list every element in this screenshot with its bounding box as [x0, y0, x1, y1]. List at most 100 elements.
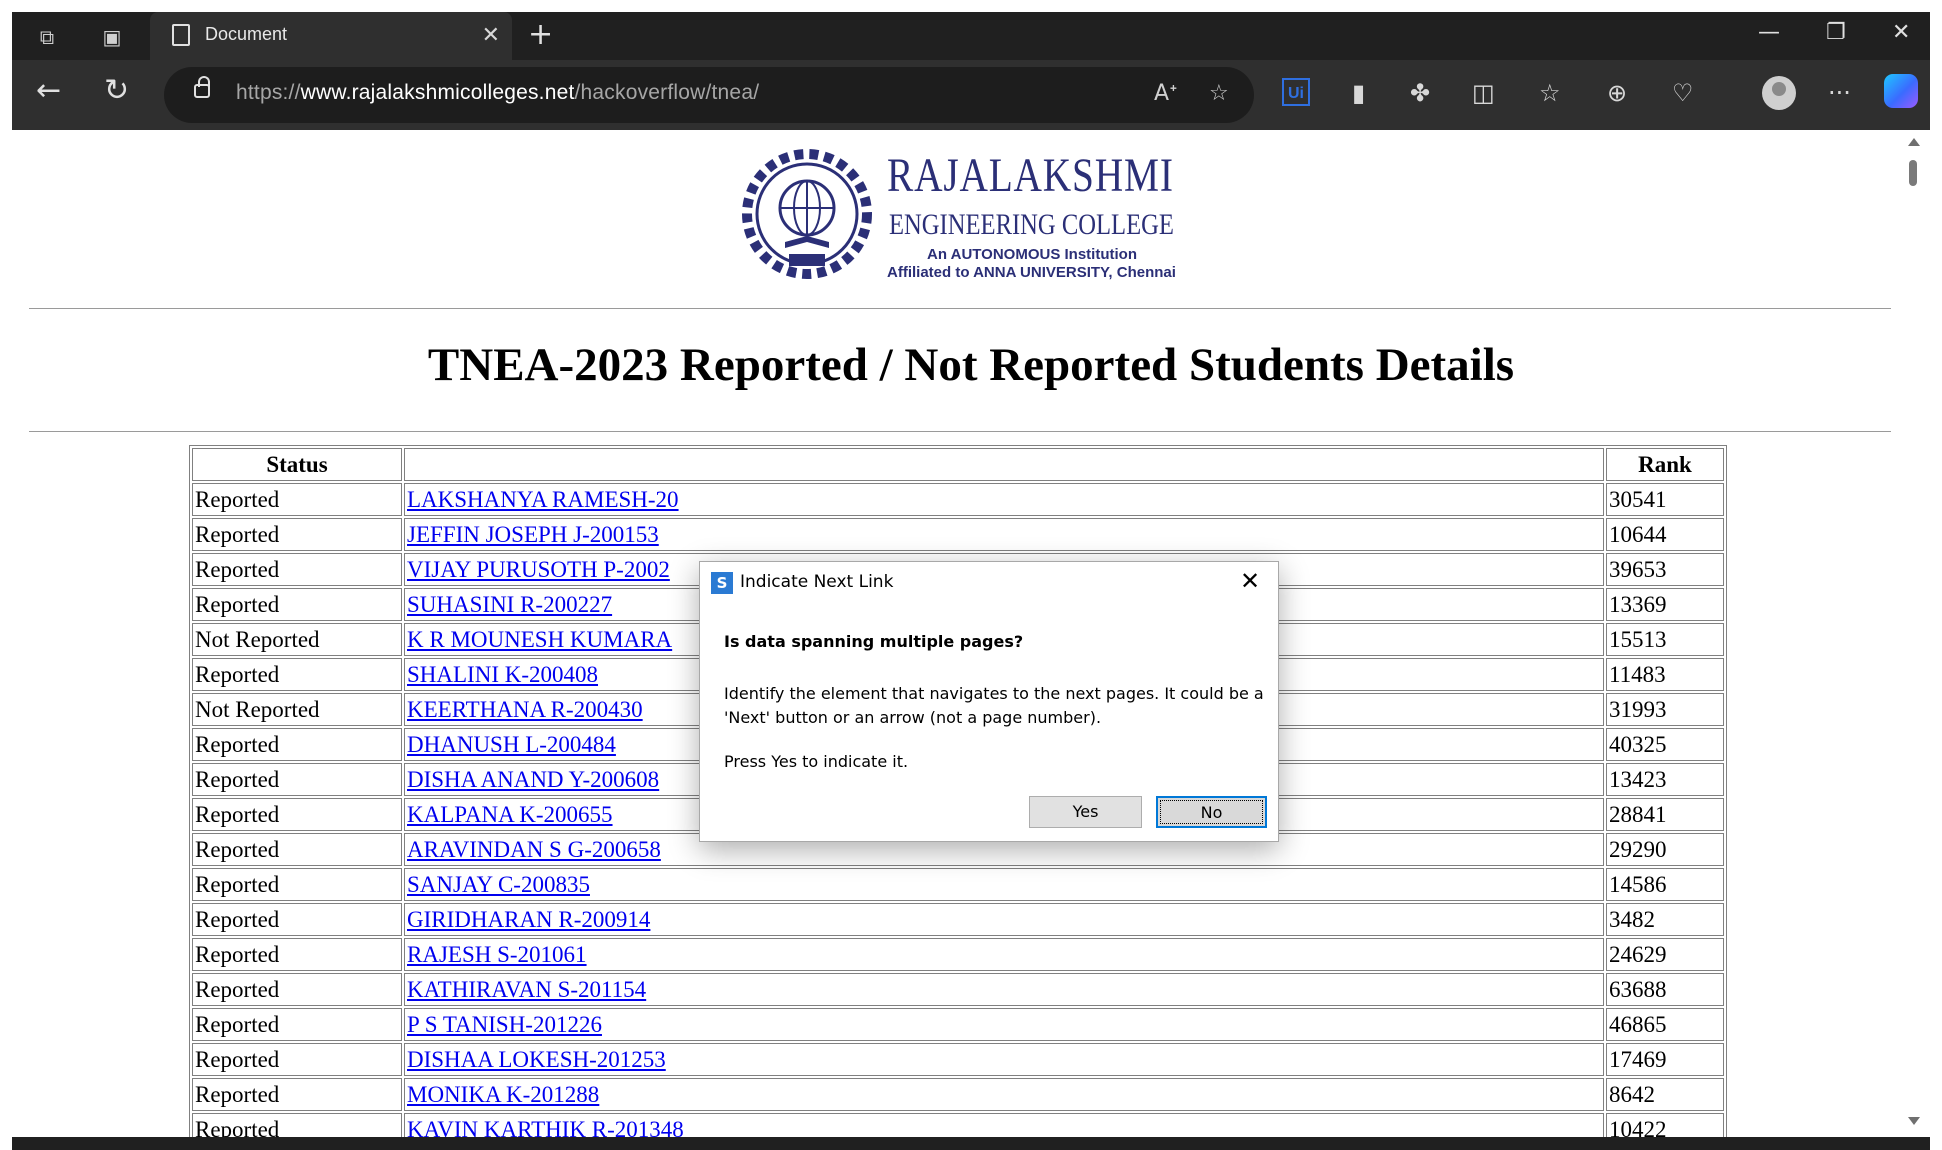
- minimize-button[interactable]: —: [1758, 20, 1780, 45]
- rank-cell: 29290: [1606, 833, 1724, 866]
- rank-cell: 13423: [1606, 763, 1724, 796]
- status-cell: Not Reported: [192, 623, 402, 656]
- rank-cell: 30541: [1606, 483, 1724, 516]
- name-cell: GIRIDHARAN R-200914: [404, 903, 1604, 936]
- status-cell: Reported: [192, 1113, 402, 1137]
- student-link[interactable]: JEFFIN JOSEPH J-200153: [407, 522, 659, 547]
- rank-cell: 10422: [1606, 1113, 1724, 1137]
- status-cell: Reported: [192, 1078, 402, 1111]
- profile-avatar[interactable]: [1762, 76, 1796, 110]
- split-screen-icon[interactable]: ◫: [1472, 78, 1495, 108]
- student-link[interactable]: GIRIDHARAN R-200914: [407, 907, 650, 932]
- rank-cell: 40325: [1606, 728, 1724, 761]
- scroll-up-arrow-icon[interactable]: [1908, 138, 1920, 146]
- browser-essentials-icon[interactable]: ♡: [1672, 78, 1694, 108]
- rank-cell: 28841: [1606, 798, 1724, 831]
- extension-pill-icon[interactable]: ▮: [1352, 78, 1365, 108]
- student-link[interactable]: P S TANISH-201226: [407, 1012, 602, 1037]
- dialog-instruction: Press Yes to indicate it.: [724, 752, 909, 771]
- status-cell: Reported: [192, 1043, 402, 1076]
- dialog-title: Indicate Next Link: [740, 572, 894, 592]
- table-row: Reported KATHIRAVAN S-201154 63688: [192, 973, 1724, 1006]
- address-bar[interactable]: https://www.rajalakshmicolleges.net/hack…: [164, 67, 1254, 123]
- refresh-icon[interactable]: ↻: [104, 76, 129, 106]
- name-cell: KATHIRAVAN S-201154: [404, 973, 1604, 1006]
- favorites-icon[interactable]: ☆: [1539, 78, 1561, 108]
- student-link[interactable]: SANJAY C-200835: [407, 872, 590, 897]
- table-row: Reported KAVIN KARTHIK R-201348 10422: [192, 1113, 1724, 1137]
- maximize-button[interactable]: ❐: [1826, 20, 1846, 45]
- vertical-scrollbar[interactable]: [1904, 130, 1922, 1135]
- rank-cell: 11483: [1606, 658, 1724, 691]
- workspaces-icon[interactable]: ⧉: [32, 22, 62, 52]
- close-window-button[interactable]: ✕: [1892, 20, 1910, 45]
- indicate-next-link-dialog: S Indicate Next Link ✕ Is data spanning …: [699, 561, 1279, 842]
- student-link[interactable]: DISHAA LOKESH-201253: [407, 1047, 666, 1072]
- status-cell: Reported: [192, 973, 402, 1006]
- student-link[interactable]: K R MOUNESH KUMARA: [407, 627, 672, 652]
- table-row: Reported SANJAY C-200835 14586: [192, 868, 1724, 901]
- name-cell: P S TANISH-201226: [404, 1008, 1604, 1041]
- favorite-star-icon[interactable]: ☆: [1209, 81, 1229, 106]
- student-link[interactable]: VIJAY PURUSOTH P-2002: [407, 557, 670, 582]
- status-cell: Reported: [192, 763, 402, 796]
- bottom-frame: [12, 1137, 1930, 1150]
- student-link[interactable]: DISHA ANAND Y-200608: [407, 767, 659, 792]
- student-link[interactable]: RAJESH S-201061: [407, 942, 587, 967]
- student-link[interactable]: KAVIN KARTHIK R-201348: [407, 1117, 684, 1138]
- copilot-icon[interactable]: [1884, 74, 1918, 108]
- status-cell: Reported: [192, 903, 402, 936]
- name-cell: MONIKA K-201288: [404, 1078, 1604, 1111]
- collections-icon[interactable]: ⊕: [1607, 78, 1627, 108]
- rank-cell: 3482: [1606, 903, 1724, 936]
- student-link[interactable]: KALPANA K-200655: [407, 802, 613, 827]
- rank-cell: 14586: [1606, 868, 1724, 901]
- no-button[interactable]: No: [1156, 796, 1267, 828]
- status-cell: Reported: [192, 1008, 402, 1041]
- student-link[interactable]: KATHIRAVAN S-201154: [407, 977, 646, 1002]
- name-cell: SANJAY C-200835: [404, 868, 1604, 901]
- rank-cell: 10644: [1606, 518, 1724, 551]
- document-icon: [172, 24, 190, 46]
- student-link[interactable]: KEERTHANA R-200430: [407, 697, 643, 722]
- extensions-puzzle-icon[interactable]: ✤: [1410, 78, 1430, 108]
- rank-cell: 15513: [1606, 623, 1724, 656]
- url-text[interactable]: https://www.rajalakshmicolleges.net/hack…: [236, 81, 759, 105]
- status-cell: Reported: [192, 798, 402, 831]
- name-cell: DISHAA LOKESH-201253: [404, 1043, 1604, 1076]
- student-link[interactable]: DHANUSH L-200484: [407, 732, 616, 757]
- scroll-down-arrow-icon[interactable]: [1908, 1117, 1920, 1125]
- table-row: Reported RAJESH S-201061 24629: [192, 938, 1724, 971]
- more-options-icon[interactable]: ···: [1828, 78, 1851, 108]
- new-tab-button[interactable]: +: [528, 20, 553, 50]
- dialog-description: Identify the element that navigates to t…: [724, 684, 1264, 727]
- uipath-studio-icon: S: [711, 572, 733, 594]
- lock-icon[interactable]: [194, 76, 210, 98]
- tab-close-icon[interactable]: ✕: [482, 23, 500, 48]
- student-link[interactable]: LAKSHANYA RAMESH-20: [407, 487, 679, 512]
- status-cell: Reported: [192, 588, 402, 621]
- read-aloud-icon[interactable]: Aᐩ: [1154, 81, 1178, 106]
- vertical-tabs-icon[interactable]: ▣: [97, 22, 127, 52]
- table-row: Reported MONIKA K-201288 8642: [192, 1078, 1724, 1111]
- student-link[interactable]: SUHASINI R-200227: [407, 592, 612, 617]
- yes-button[interactable]: Yes: [1029, 796, 1142, 828]
- logo-affiliation: Affiliated to ANNA UNIVERSITY, Chennai: [887, 264, 1176, 281]
- table-row: Reported P S TANISH-201226 46865: [192, 1008, 1724, 1041]
- logo-autonomous: An AUTONOMOUS Institution: [927, 246, 1137, 263]
- student-link[interactable]: SHALINI K-200408: [407, 662, 598, 687]
- status-cell: Reported: [192, 728, 402, 761]
- dialog-close-button[interactable]: ✕: [1240, 568, 1260, 594]
- back-arrow-icon[interactable]: ←: [36, 76, 61, 106]
- header-name: [404, 448, 1604, 481]
- student-link[interactable]: MONIKA K-201288: [407, 1082, 599, 1107]
- scroll-thumb[interactable]: [1909, 160, 1917, 186]
- page-viewport: RAJALAKSHMI ENGINEERING COLLEGE An AUTON…: [17, 130, 1925, 1137]
- student-link[interactable]: ARAVINDAN S G-200658: [407, 837, 661, 862]
- tab-document[interactable]: Document ✕: [150, 12, 512, 60]
- college-logo: RAJALAKSHMI ENGINEERING COLLEGE An AUTON…: [737, 146, 1207, 281]
- status-cell: Reported: [192, 833, 402, 866]
- logo-college-type: ENGINEERING COLLEGE: [889, 208, 1174, 241]
- logo-college-name: RAJALAKSHMI: [887, 149, 1174, 202]
- uipath-extension-icon[interactable]: Ui: [1282, 78, 1310, 106]
